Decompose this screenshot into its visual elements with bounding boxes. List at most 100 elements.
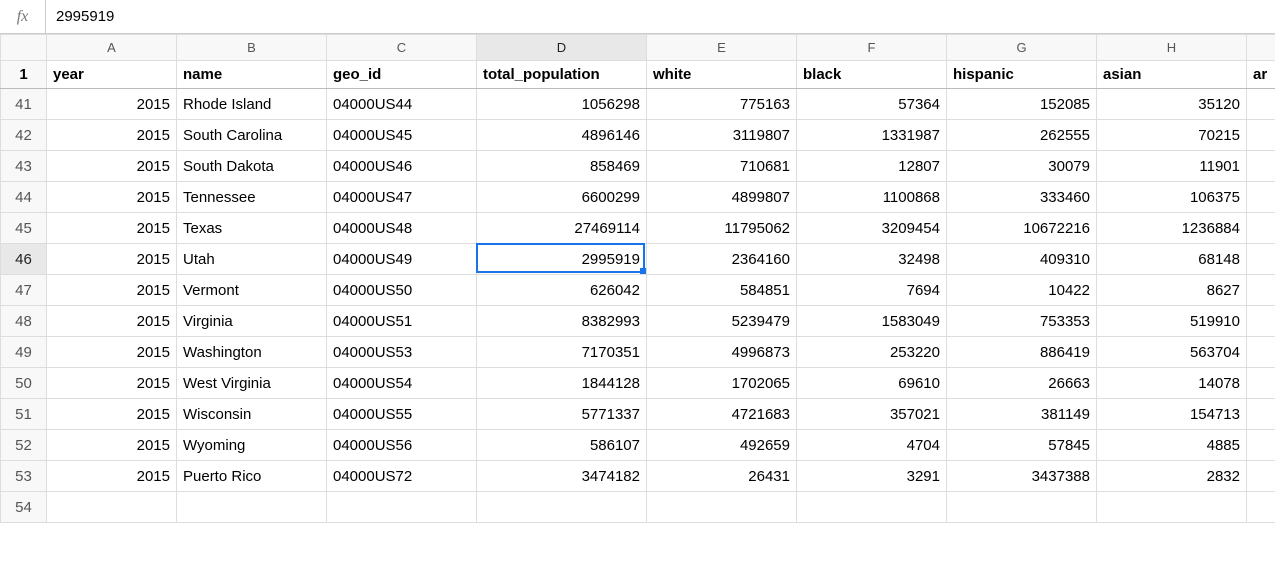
cell[interactable]: geo_id <box>327 61 477 89</box>
row-header[interactable]: 47 <box>1 275 47 306</box>
cell[interactable]: 3209454 <box>797 213 947 244</box>
cell[interactable]: ar <box>1247 61 1275 89</box>
cell[interactable]: 1702065 <box>647 368 797 399</box>
cell[interactable]: 2015 <box>47 182 177 213</box>
cell[interactable]: 04000US44 <box>327 89 477 120</box>
cell[interactable]: 04000US55 <box>327 399 477 430</box>
cell[interactable]: 5239479 <box>647 306 797 337</box>
cell[interactable]: 2015 <box>47 306 177 337</box>
cell[interactable]: 753353 <box>947 306 1097 337</box>
cell[interactable] <box>1247 430 1275 461</box>
cell[interactable] <box>1247 151 1275 182</box>
row-header[interactable]: 53 <box>1 461 47 492</box>
cell[interactable]: 04000US53 <box>327 337 477 368</box>
row-header[interactable]: 49 <box>1 337 47 368</box>
col-header-F[interactable]: F <box>797 35 947 61</box>
cell[interactable]: 2015 <box>47 337 177 368</box>
cell[interactable]: 381149 <box>947 399 1097 430</box>
cell[interactable]: Wyoming <box>177 430 327 461</box>
cell[interactable] <box>797 492 947 523</box>
cell[interactable]: year <box>47 61 177 89</box>
cell[interactable]: 4704 <box>797 430 947 461</box>
cell[interactable]: 858469 <box>477 151 647 182</box>
cell[interactable]: 5771337 <box>477 399 647 430</box>
cell[interactable]: 1236884 <box>1097 213 1247 244</box>
cell[interactable]: 32498 <box>797 244 947 275</box>
cell[interactable]: hispanic <box>947 61 1097 89</box>
cell[interactable]: 4899807 <box>647 182 797 213</box>
cell[interactable] <box>1097 492 1247 523</box>
cell[interactable]: 26663 <box>947 368 1097 399</box>
cell[interactable]: Wisconsin <box>177 399 327 430</box>
cell[interactable]: black <box>797 61 947 89</box>
cell[interactable]: 2015 <box>47 89 177 120</box>
cell[interactable]: 106375 <box>1097 182 1247 213</box>
cell[interactable]: 35120 <box>1097 89 1247 120</box>
cell[interactable]: 584851 <box>647 275 797 306</box>
cell[interactable]: 10422 <box>947 275 1097 306</box>
cell[interactable] <box>947 492 1097 523</box>
cell[interactable] <box>1247 120 1275 151</box>
row-header[interactable]: 45 <box>1 213 47 244</box>
cell[interactable]: 710681 <box>647 151 797 182</box>
cell[interactable]: 2015 <box>47 399 177 430</box>
cell[interactable]: 4996873 <box>647 337 797 368</box>
cell[interactable] <box>1247 461 1275 492</box>
cell[interactable] <box>1247 89 1275 120</box>
cell[interactable]: 10672216 <box>947 213 1097 244</box>
cell[interactable]: 04000US56 <box>327 430 477 461</box>
cell[interactable]: 1056298 <box>477 89 647 120</box>
cell[interactable]: 14078 <box>1097 368 1247 399</box>
cell[interactable]: asian <box>1097 61 1247 89</box>
cell[interactable]: 1100868 <box>797 182 947 213</box>
col-header-C[interactable]: C <box>327 35 477 61</box>
cell[interactable]: 7170351 <box>477 337 647 368</box>
cell[interactable]: 04000US47 <box>327 182 477 213</box>
col-header-partial[interactable] <box>1247 35 1275 61</box>
row-header-1[interactable]: 1 <box>1 61 47 89</box>
cell[interactable]: Tennessee <box>177 182 327 213</box>
cell[interactable]: Washington <box>177 337 327 368</box>
row-header[interactable]: 41 <box>1 89 47 120</box>
col-header-G[interactable]: G <box>947 35 1097 61</box>
cell[interactable]: 152085 <box>947 89 1097 120</box>
cell[interactable] <box>1247 399 1275 430</box>
col-header-B[interactable]: B <box>177 35 327 61</box>
cell[interactable]: 11795062 <box>647 213 797 244</box>
cell[interactable]: Vermont <box>177 275 327 306</box>
cell[interactable] <box>477 492 647 523</box>
cell[interactable]: 2015 <box>47 430 177 461</box>
cell[interactable]: 492659 <box>647 430 797 461</box>
cell[interactable] <box>1247 182 1275 213</box>
cell[interactable]: 2364160 <box>647 244 797 275</box>
col-header-D[interactable]: D <box>477 35 647 61</box>
cell[interactable]: 2015 <box>47 244 177 275</box>
cell[interactable]: 2015 <box>47 151 177 182</box>
cell[interactable]: 2015 <box>47 461 177 492</box>
cell[interactable]: 57364 <box>797 89 947 120</box>
row-header[interactable]: 48 <box>1 306 47 337</box>
row-header[interactable]: 52 <box>1 430 47 461</box>
cell[interactable]: South Carolina <box>177 120 327 151</box>
cell[interactable]: 12807 <box>797 151 947 182</box>
cell[interactable]: 8382993 <box>477 306 647 337</box>
spreadsheet-grid[interactable]: A B C D E F G H 1 year name geo_id total… <box>0 34 1275 523</box>
cell[interactable]: Puerto Rico <box>177 461 327 492</box>
cell[interactable]: white <box>647 61 797 89</box>
cell[interactable] <box>1247 492 1275 523</box>
cell[interactable]: 357021 <box>797 399 947 430</box>
cell[interactable]: 8627 <box>1097 275 1247 306</box>
col-header-E[interactable]: E <box>647 35 797 61</box>
cell[interactable]: 04000US54 <box>327 368 477 399</box>
cell[interactable] <box>1247 275 1275 306</box>
cell[interactable] <box>1247 244 1275 275</box>
cell[interactable]: 4896146 <box>477 120 647 151</box>
cell[interactable]: 2015 <box>47 368 177 399</box>
row-header[interactable]: 43 <box>1 151 47 182</box>
cell[interactable]: 2995919 <box>477 244 647 275</box>
row-header[interactable]: 46 <box>1 244 47 275</box>
cell[interactable]: 886419 <box>947 337 1097 368</box>
cell[interactable]: 70215 <box>1097 120 1247 151</box>
cell[interactable]: 11901 <box>1097 151 1247 182</box>
cell[interactable]: 409310 <box>947 244 1097 275</box>
